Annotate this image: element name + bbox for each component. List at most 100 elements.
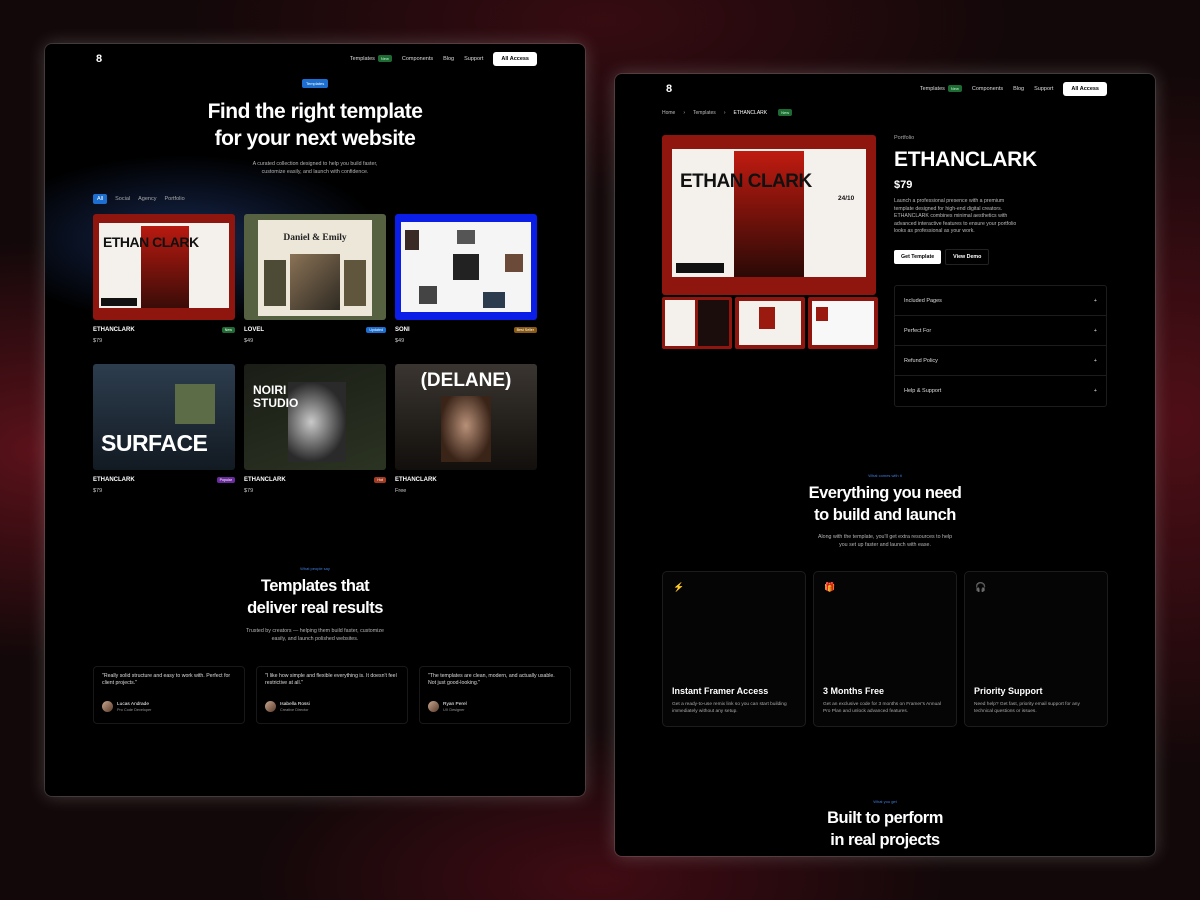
- all-access-button[interactable]: All Access: [493, 52, 537, 66]
- nav-templates[interactable]: Templates New: [920, 85, 962, 92]
- feature-card: 🎧 Priority Support Need help? Get fast, …: [964, 571, 1108, 727]
- feature-card: 🎁 3 Months Free Get an exclusive code fo…: [813, 571, 957, 727]
- template-price: $79: [93, 338, 103, 344]
- feature-title: Priority Support: [974, 686, 1043, 696]
- template-card[interactable]: ETHAN CLARK ETHANCLARK $79 New: [93, 214, 235, 344]
- view-demo-button[interactable]: View Demo: [945, 248, 990, 265]
- top-nav: 8 Templates New Components Blog Support A…: [663, 82, 1107, 96]
- filter-portfolio[interactable]: Portfolio: [164, 196, 184, 202]
- thumbnail-text: (DELANE): [420, 370, 512, 391]
- results-title-line-1: Templates that: [260, 577, 370, 595]
- nav-templates-label: Templates: [349, 56, 375, 62]
- logo-icon[interactable]: 8: [663, 82, 675, 96]
- preview-date: 24/10: [838, 195, 855, 202]
- nav-components[interactable]: Components: [972, 86, 1003, 92]
- category-filters: All Social Agency Portfolio: [93, 194, 185, 204]
- accordion-included-pages[interactable]: Included Pages +: [895, 286, 1106, 316]
- author-role: UX Designer: [443, 707, 465, 712]
- template-tag: Updated: [366, 327, 386, 333]
- preview-thumbnail[interactable]: [662, 297, 732, 349]
- subtitle-line-2: customize easily, and launch with confid…: [261, 169, 369, 175]
- template-name: LOVEL: [244, 327, 265, 333]
- everything-sub-line-1: Along with the template, you'll get extr…: [817, 534, 953, 540]
- title-line-1: Find the right template: [207, 100, 423, 123]
- author-role: Pro Code Developer: [117, 707, 152, 712]
- breadcrumb-home[interactable]: Home: [662, 110, 675, 116]
- get-template-button[interactable]: Get Template: [894, 249, 942, 264]
- template-detail-page: 8 Templates New Components Blog Support A…: [615, 74, 1155, 856]
- template-thumbnail[interactable]: ETHAN CLARK: [93, 214, 235, 320]
- template-card[interactable]: SONI $49 Best Seller: [395, 214, 537, 344]
- logo-icon[interactable]: 8: [93, 52, 105, 66]
- feature-description: Get an exclusive code for 3 months on Fr…: [823, 702, 941, 714]
- accordion-label: Perfect For: [904, 327, 932, 334]
- template-price: $79: [93, 488, 103, 494]
- chevron-right-icon: ›: [683, 109, 686, 116]
- all-access-button[interactable]: All Access: [1063, 82, 1107, 96]
- nav-blog[interactable]: Blog: [443, 56, 454, 62]
- filter-social[interactable]: Social: [115, 196, 130, 202]
- template-preview[interactable]: ETHAN CLARK 24/10: [662, 135, 876, 295]
- feature-description: Need help? Get fast, priority email supp…: [974, 702, 1080, 714]
- author-name: Isabella Rossi: [280, 701, 310, 707]
- filter-all[interactable]: All: [93, 194, 108, 204]
- template-name: ETHANCLARK: [395, 477, 437, 483]
- nav-components[interactable]: Components: [402, 56, 433, 62]
- template-thumbnail[interactable]: NOIRI STUDIO: [244, 364, 386, 470]
- template-price: $79: [894, 179, 913, 191]
- perform-title-line-1: Built to perform: [827, 809, 943, 827]
- nav-templates[interactable]: Templates New: [349, 55, 392, 62]
- nav-support[interactable]: Support: [464, 56, 483, 62]
- results-subtitle: Trusted by creators — helping them build…: [45, 627, 585, 643]
- testimonial-quote: "The templates are clean, modern, and ac…: [428, 673, 555, 686]
- author-name: Lucas Andrade: [117, 701, 150, 707]
- template-card[interactable]: (DELANE) ETHANCLARK Free: [395, 364, 537, 494]
- filter-agency[interactable]: Agency: [138, 196, 156, 202]
- avatar: [265, 701, 276, 712]
- template-thumbnail[interactable]: SURFACE: [93, 364, 235, 470]
- templates-badge: Templates: [302, 79, 329, 88]
- perform-eyebrow: What you get: [873, 799, 897, 804]
- template-price: $49: [244, 338, 254, 344]
- template-thumbnail[interactable]: Daniel & Emily: [244, 214, 386, 320]
- template-thumbnail[interactable]: [395, 214, 537, 320]
- template-card[interactable]: Daniel & Emily LOVEL $49 Updated: [244, 214, 386, 344]
- testimonial-quote: "I like how simple and flexible everythi…: [265, 673, 397, 686]
- author-name: Ryan Perel: [443, 701, 467, 707]
- template-price: $79: [244, 488, 254, 494]
- template-name: SONI: [395, 327, 410, 333]
- template-tag: Best Seller: [513, 327, 537, 333]
- top-nav: 8 Templates New Components Blog Support A…: [93, 52, 537, 66]
- new-badge: New: [947, 85, 962, 92]
- subtitle-line-1: A curated collection designed to help yo…: [252, 161, 378, 167]
- feature-card: ⚡ Instant Framer Access Get a ready-to-u…: [662, 571, 806, 727]
- preview-thumbnail[interactable]: [735, 297, 805, 349]
- lightning-icon: ⚡: [673, 582, 685, 592]
- template-card[interactable]: NOIRI STUDIO ETHANCLARK $79 Hot: [244, 364, 386, 494]
- breadcrumb-templates[interactable]: Templates: [693, 110, 716, 116]
- accordion-refund-policy[interactable]: Refund Policy +: [895, 346, 1106, 376]
- testimonial-card: "Really solid structure and easy to work…: [93, 666, 245, 724]
- results-sub-line-1: Trusted by creators — helping them build…: [246, 628, 384, 634]
- accordion-perfect-for[interactable]: Perfect For +: [895, 316, 1106, 346]
- template-title: ETHANCLARK: [894, 148, 1037, 171]
- templates-listing-page: 8 Templates New Components Blog Support A…: [45, 44, 585, 796]
- template-name: ETHANCLARK: [93, 477, 135, 483]
- nav-support[interactable]: Support: [1034, 86, 1053, 92]
- thumbnail-text: ETHAN CLARK: [103, 234, 199, 250]
- nav-blog[interactable]: Blog: [1013, 86, 1024, 92]
- results-title: Templates that deliver real results: [45, 575, 585, 619]
- perform-title: Built to perform in real projects: [615, 807, 1155, 851]
- breadcrumb-current: ETHANCLARK: [733, 109, 768, 116]
- thumbnail-text: SURFACE: [101, 430, 208, 456]
- preview-thumbnail[interactable]: [808, 297, 878, 349]
- avatar: [428, 701, 439, 712]
- plus-icon: +: [1093, 327, 1097, 334]
- everything-eyebrow: What comes with it: [868, 473, 902, 478]
- accordion-help-support[interactable]: Help & Support +: [895, 376, 1106, 406]
- template-tag: New: [221, 327, 235, 333]
- new-badge: New: [778, 109, 793, 116]
- template-card[interactable]: SURFACE ETHANCLARK $79 Popular: [93, 364, 235, 494]
- results-eyebrow: What people say: [300, 566, 330, 571]
- template-thumbnail[interactable]: (DELANE): [395, 364, 537, 470]
